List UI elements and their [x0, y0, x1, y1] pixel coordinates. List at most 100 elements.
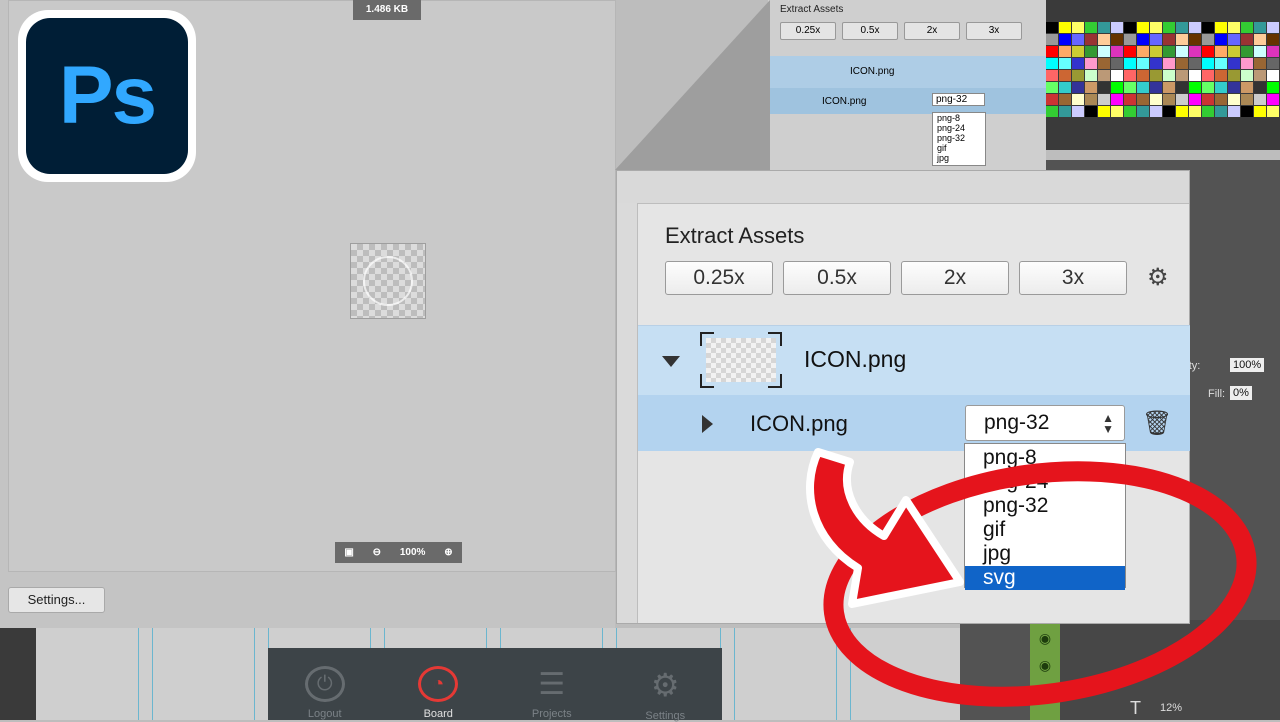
bg-sub-row[interactable]: ICON.png png-32 — [768, 88, 1046, 114]
swatch[interactable] — [1241, 58, 1253, 69]
swatch[interactable] — [1176, 94, 1188, 105]
asset-row[interactable]: ICON.png — [638, 325, 1190, 396]
swatch[interactable] — [1228, 22, 1240, 33]
swatch[interactable] — [1241, 34, 1253, 45]
swatch[interactable] — [1098, 58, 1110, 69]
swatch[interactable] — [1176, 82, 1188, 93]
swatch[interactable] — [1267, 82, 1279, 93]
eye-icon[interactable]: ◉ — [1030, 657, 1060, 674]
bg-scale-button[interactable]: 0.25x — [780, 22, 836, 40]
swatch[interactable] — [1215, 94, 1227, 105]
swatch[interactable] — [1072, 106, 1084, 117]
format-option-png-32[interactable]: png-32 — [965, 494, 1125, 518]
swatch[interactable] — [1267, 70, 1279, 81]
swatch[interactable] — [1202, 70, 1214, 81]
swatch[interactable] — [1098, 22, 1110, 33]
swatch[interactable] — [1241, 82, 1253, 93]
swatch[interactable] — [1059, 46, 1071, 57]
swatch[interactable] — [1098, 82, 1110, 93]
swatch[interactable] — [1176, 22, 1188, 33]
opacity-field[interactable]: 100% — [1230, 358, 1265, 372]
swatch[interactable] — [1046, 58, 1058, 69]
swatch[interactable] — [1085, 46, 1097, 57]
swatch[interactable] — [1098, 34, 1110, 45]
swatch[interactable] — [1189, 106, 1201, 117]
swatch[interactable] — [1124, 82, 1136, 93]
swatch[interactable] — [1098, 46, 1110, 57]
swatch[interactable] — [1215, 46, 1227, 57]
swatch[interactable] — [1124, 46, 1136, 57]
swatch[interactable] — [1215, 106, 1227, 117]
bg-format-select[interactable]: png-32 — [932, 93, 985, 106]
swatch[interactable] — [1254, 46, 1266, 57]
swatch[interactable] — [1163, 82, 1175, 93]
bg-asset-row[interactable]: ICON.png — [768, 56, 1046, 88]
tab-board[interactable]: ◔ Board — [382, 648, 496, 720]
bg-option[interactable]: jpg — [937, 153, 985, 163]
bg-scale-button[interactable]: 0.5x — [842, 22, 898, 40]
trash-icon[interactable]: 🗑 — [1142, 409, 1172, 438]
swatch[interactable] — [1189, 22, 1201, 33]
swatch[interactable] — [1267, 34, 1279, 45]
tab-projects[interactable]: ☰ Projects — [495, 648, 609, 721]
eye-icon[interactable]: ◉ — [1030, 630, 1060, 647]
fit-icon[interactable]: ▣ — [344, 547, 353, 558]
swatch[interactable] — [1215, 34, 1227, 45]
swatch[interactable] — [1124, 22, 1136, 33]
swatch[interactable] — [1150, 46, 1162, 57]
swatch-grid[interactable] — [1046, 22, 1279, 117]
swatch[interactable] — [1111, 22, 1123, 33]
bg-option[interactable]: png-8 — [937, 113, 985, 123]
swatch[interactable] — [1176, 34, 1188, 45]
scale-button-0-5x[interactable]: 0.5x — [783, 261, 891, 295]
swatch[interactable] — [1098, 106, 1110, 117]
swatch[interactable] — [1228, 82, 1240, 93]
swatch[interactable] — [1059, 82, 1071, 93]
swatch[interactable] — [1137, 70, 1149, 81]
swatch[interactable] — [1124, 34, 1136, 45]
swatch[interactable] — [1124, 70, 1136, 81]
swatch[interactable] — [1150, 82, 1162, 93]
swatch[interactable] — [1202, 94, 1214, 105]
swatch[interactable] — [1111, 34, 1123, 45]
swatch[interactable] — [1189, 94, 1201, 105]
swatch[interactable] — [1176, 106, 1188, 117]
swatch[interactable] — [1085, 22, 1097, 33]
zoom-in-icon[interactable]: ⊕ — [444, 547, 452, 558]
swatch[interactable] — [1046, 82, 1058, 93]
zoom-out-icon[interactable]: ⊖ — [373, 547, 381, 558]
swatch[interactable] — [1085, 58, 1097, 69]
swatch[interactable] — [1137, 46, 1149, 57]
swatch[interactable] — [1085, 70, 1097, 81]
tab-logout[interactable]: ⏻ Logout — [268, 648, 382, 720]
format-option-svg[interactable]: svg — [965, 566, 1125, 590]
swatch[interactable] — [1267, 94, 1279, 105]
swatch[interactable] — [1163, 34, 1175, 45]
swatch[interactable] — [1137, 34, 1149, 45]
format-select[interactable]: png-32 ▲ ▼ — [965, 405, 1125, 441]
bg-option[interactable]: png-24 — [937, 123, 985, 133]
swatch[interactable] — [1072, 94, 1084, 105]
swatch[interactable] — [1267, 46, 1279, 57]
swatch[interactable] — [1228, 70, 1240, 81]
bg-scale-button[interactable]: 2x — [904, 22, 960, 40]
swatch[interactable] — [1111, 94, 1123, 105]
swatch[interactable] — [1059, 106, 1071, 117]
swatch[interactable] — [1189, 46, 1201, 57]
swatch[interactable] — [1228, 58, 1240, 69]
swatch[interactable] — [1176, 58, 1188, 69]
swatch[interactable] — [1228, 46, 1240, 57]
format-option-gif[interactable]: gif — [965, 518, 1125, 542]
swatch[interactable] — [1085, 82, 1097, 93]
scale-button-2x[interactable]: 2x — [901, 261, 1009, 295]
swatch[interactable] — [1072, 46, 1084, 57]
swatch[interactable] — [1254, 34, 1266, 45]
swatch[interactable] — [1124, 58, 1136, 69]
swatch[interactable] — [1202, 82, 1214, 93]
swatch[interactable] — [1098, 70, 1110, 81]
swatch[interactable] — [1085, 106, 1097, 117]
swatch[interactable] — [1046, 34, 1058, 45]
swatch[interactable] — [1085, 94, 1097, 105]
swatch[interactable] — [1111, 82, 1123, 93]
collapse-triangle-icon[interactable] — [662, 356, 680, 367]
